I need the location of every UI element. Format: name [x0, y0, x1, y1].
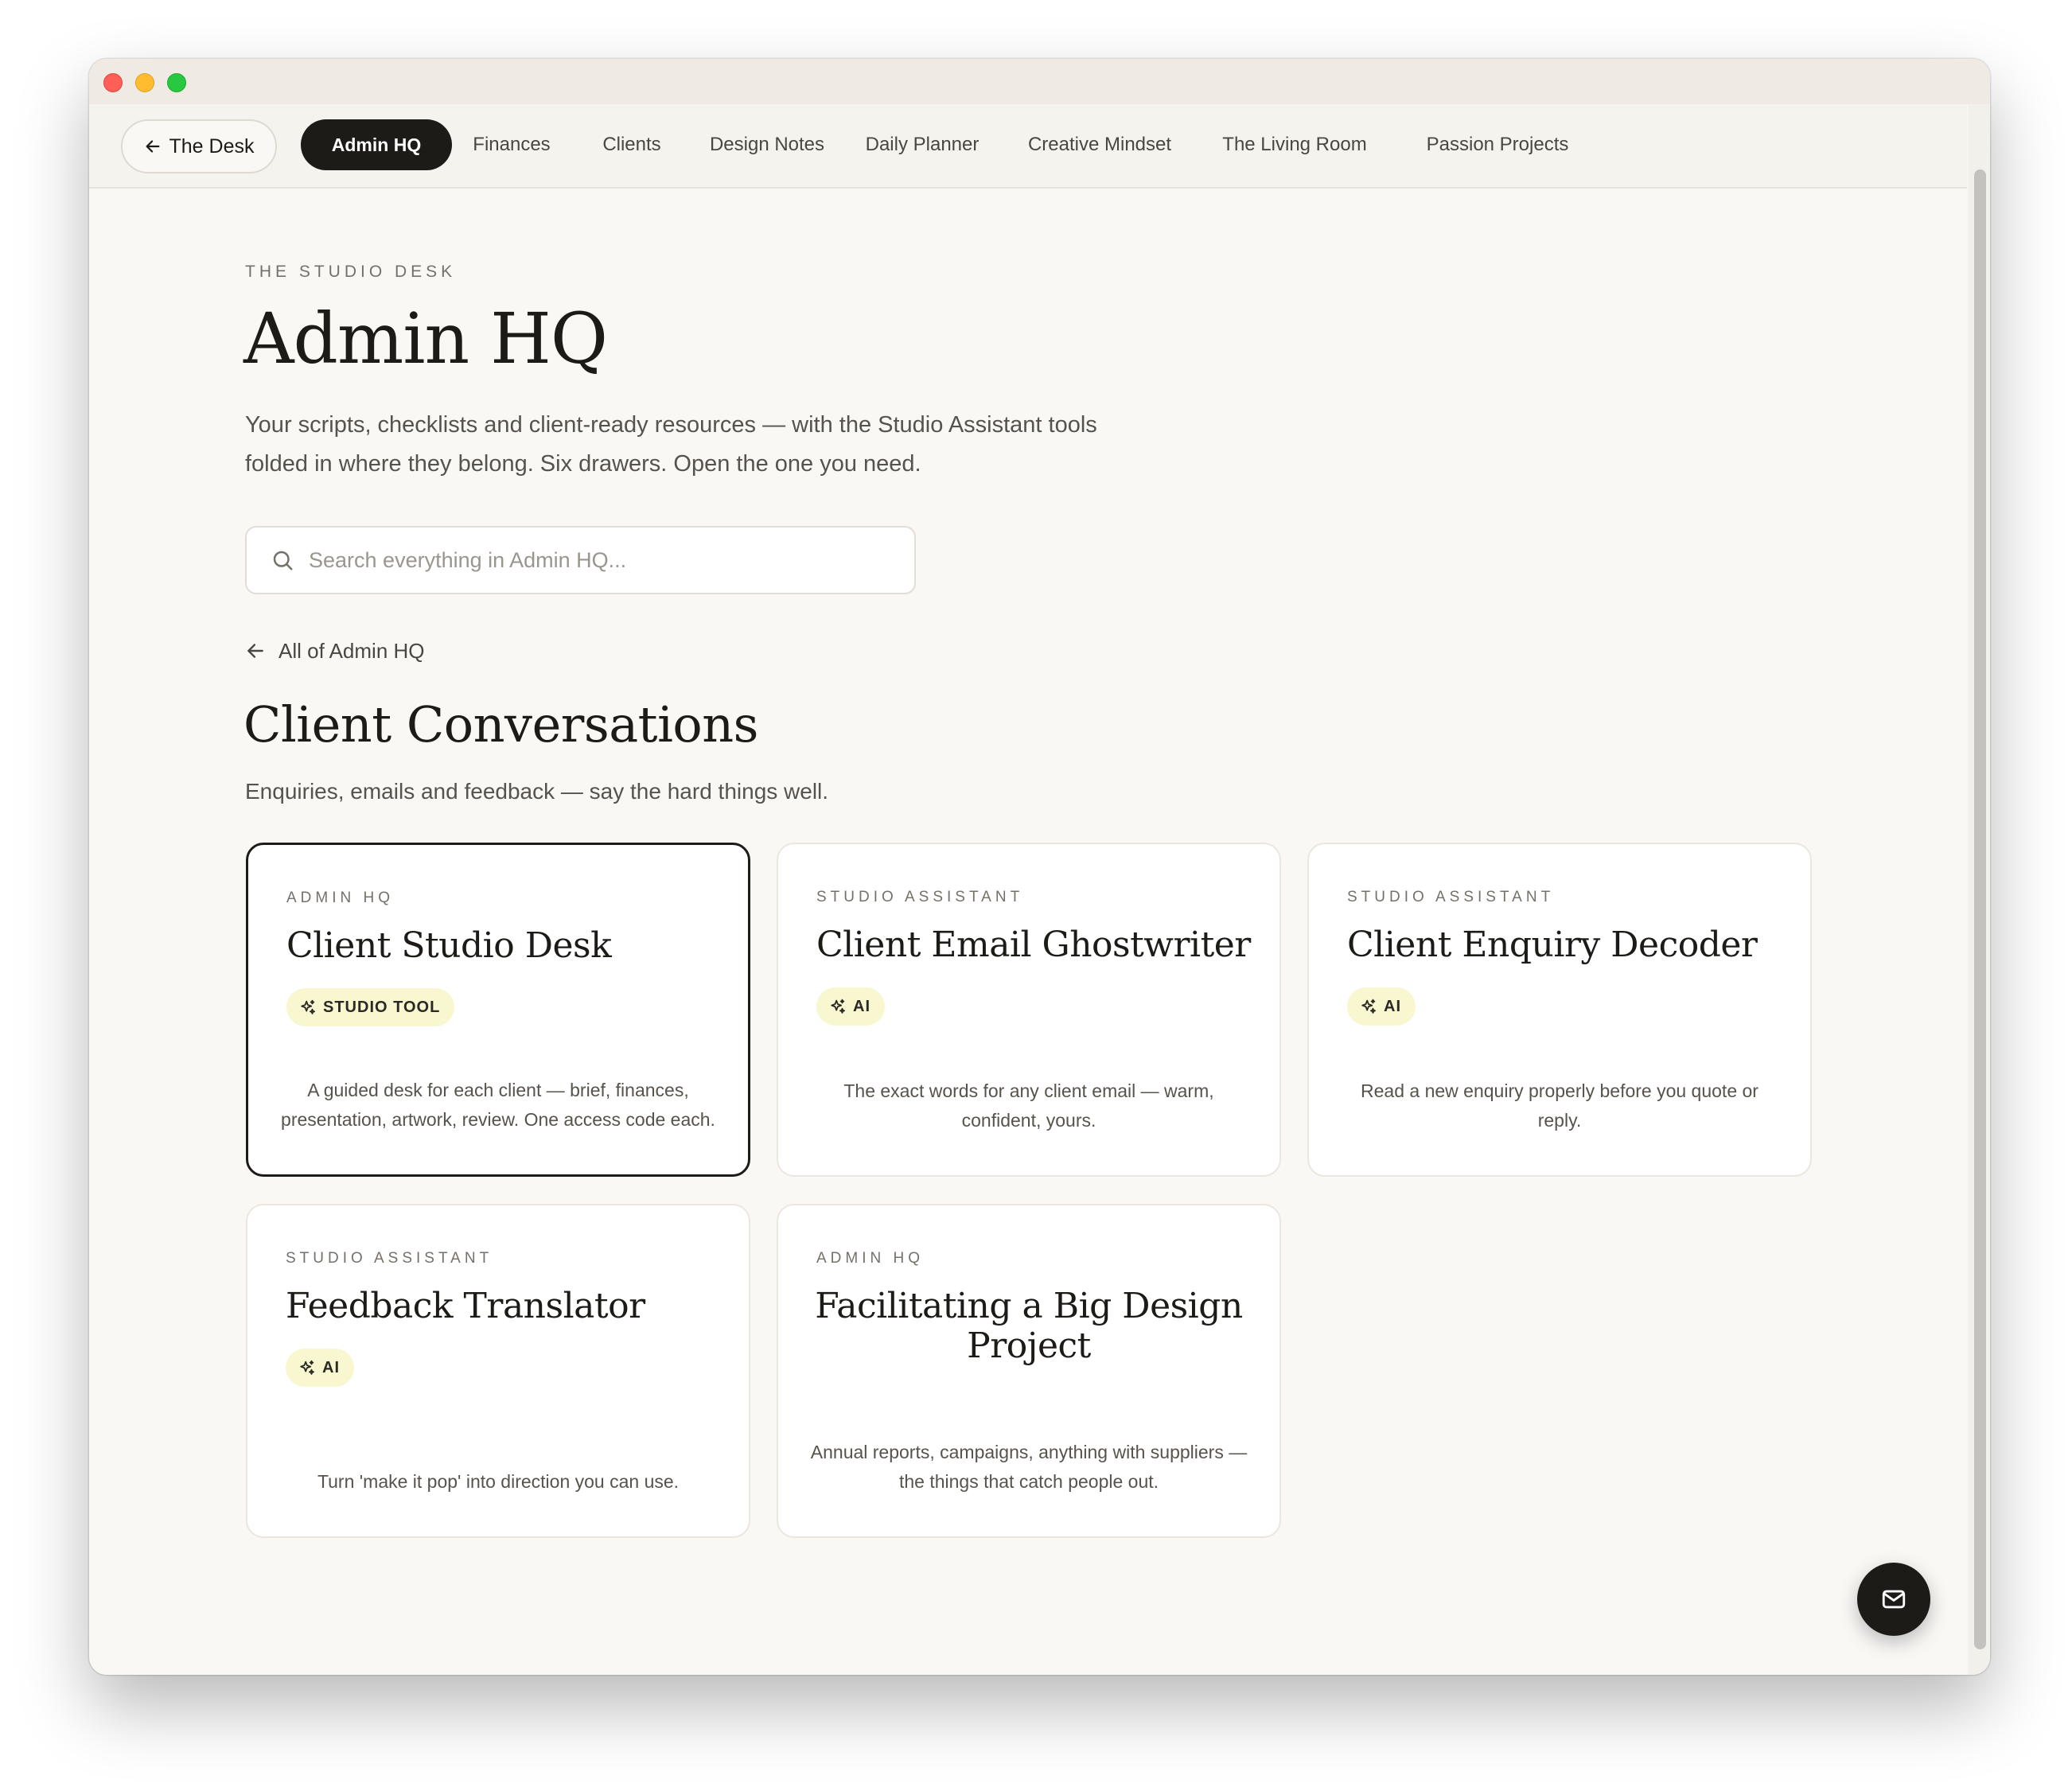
back-to-desk-label: The Desk — [169, 134, 255, 158]
close-window-button[interactable] — [103, 73, 123, 92]
all-admin-hq-link[interactable]: All of Admin HQ — [245, 635, 425, 667]
window-titlebar — [89, 59, 1990, 104]
badge-label: STUDIO TOOL — [323, 998, 441, 1016]
sparkles-icon — [831, 999, 845, 1014]
scrollbar-thumb[interactable] — [1974, 169, 1986, 1649]
page-title: Admin HQ — [243, 298, 608, 380]
card-description: Annual reports, campaigns, anything with… — [810, 1442, 1248, 1492]
card-title: Client Studio Desk — [286, 925, 612, 966]
arrow-left-icon — [247, 644, 263, 658]
badge-label: AI — [853, 997, 870, 1015]
search-input[interactable] — [309, 547, 898, 573]
tab-admin-hq[interactable]: Admin HQ — [301, 119, 452, 170]
sparkles-icon — [1361, 999, 1376, 1014]
top-nav: The Desk Admin HQ Finances Clients Desig… — [89, 104, 1967, 189]
sparkles-icon — [301, 999, 315, 1014]
card-title: Facilitating a Big Design Project — [815, 1286, 1243, 1366]
card-description: Turn 'make it pop' into direction you ca… — [317, 1471, 680, 1492]
back-to-desk-button[interactable]: The Desk — [121, 119, 277, 173]
page-eyebrow: THE STUDIO DESK — [245, 263, 457, 281]
ai-badge: AI — [1347, 987, 1416, 1026]
section-subtitle: Enquiries, emails and feedback — say the… — [245, 779, 829, 804]
search-box[interactable] — [245, 526, 916, 594]
card-description: Read a new enquiry properly before you q… — [1361, 1080, 1758, 1131]
card-kicker: ADMIN HQ — [816, 1250, 924, 1267]
card-description: The exact words for any client email — w… — [843, 1080, 1214, 1131]
studio-tool-badge: STUDIO TOOL — [286, 988, 455, 1026]
card-kicker: STUDIO ASSISTANT — [1347, 889, 1555, 905]
section-title: Client Conversations — [243, 695, 759, 753]
ai-badge: AI — [816, 987, 885, 1026]
all-admin-hq-label: All of Admin HQ — [278, 638, 425, 663]
tab-finances[interactable]: Finances — [444, 119, 579, 170]
badge-label: AI — [322, 1358, 340, 1376]
card-kicker: STUDIO ASSISTANT — [816, 889, 1024, 905]
card-description: A guided desk for each client — brief, f… — [281, 1080, 715, 1130]
card-client-studio-desk[interactable]: ADMIN HQ Client Studio Desk STUDIO TOOL … — [246, 843, 750, 1177]
card-feedback-translator[interactable]: STUDIO ASSISTANT Feedback Translator AI … — [246, 1204, 750, 1538]
minimize-window-button[interactable] — [135, 73, 154, 92]
scrollbar-track[interactable] — [1968, 104, 1990, 1675]
badge-label: AI — [1384, 997, 1401, 1015]
arrow-left-icon — [146, 140, 159, 153]
card-title: Feedback Translator — [286, 1286, 645, 1326]
card-facilitating-big-design-project[interactable]: ADMIN HQ Facilitating a Big Design Proje… — [777, 1204, 1281, 1538]
sparkles-icon — [300, 1360, 314, 1375]
search-icon — [273, 551, 293, 570]
card-title: Client Email Ghostwriter — [816, 925, 1251, 965]
tab-passion-projects[interactable]: Passion Projects — [1362, 119, 1633, 170]
card-client-enquiry-decoder[interactable]: STUDIO ASSISTANT Client Enquiry Decoder … — [1307, 843, 1812, 1177]
card-title: Client Enquiry Decoder — [1347, 925, 1758, 965]
page-description: Your scripts, checklists and client-read… — [245, 412, 1097, 477]
contact-mail-button[interactable] — [1857, 1563, 1930, 1636]
card-kicker: ADMIN HQ — [286, 890, 394, 906]
mail-icon — [1882, 1590, 1906, 1609]
card-client-email-ghostwriter[interactable]: STUDIO ASSISTANT Client Email Ghostwrite… — [777, 843, 1281, 1177]
app-window: The Desk Admin HQ Finances Clients Desig… — [89, 59, 1990, 1675]
card-kicker: STUDIO ASSISTANT — [286, 1250, 493, 1267]
ai-badge: AI — [286, 1349, 354, 1387]
zoom-window-button[interactable] — [167, 73, 186, 92]
